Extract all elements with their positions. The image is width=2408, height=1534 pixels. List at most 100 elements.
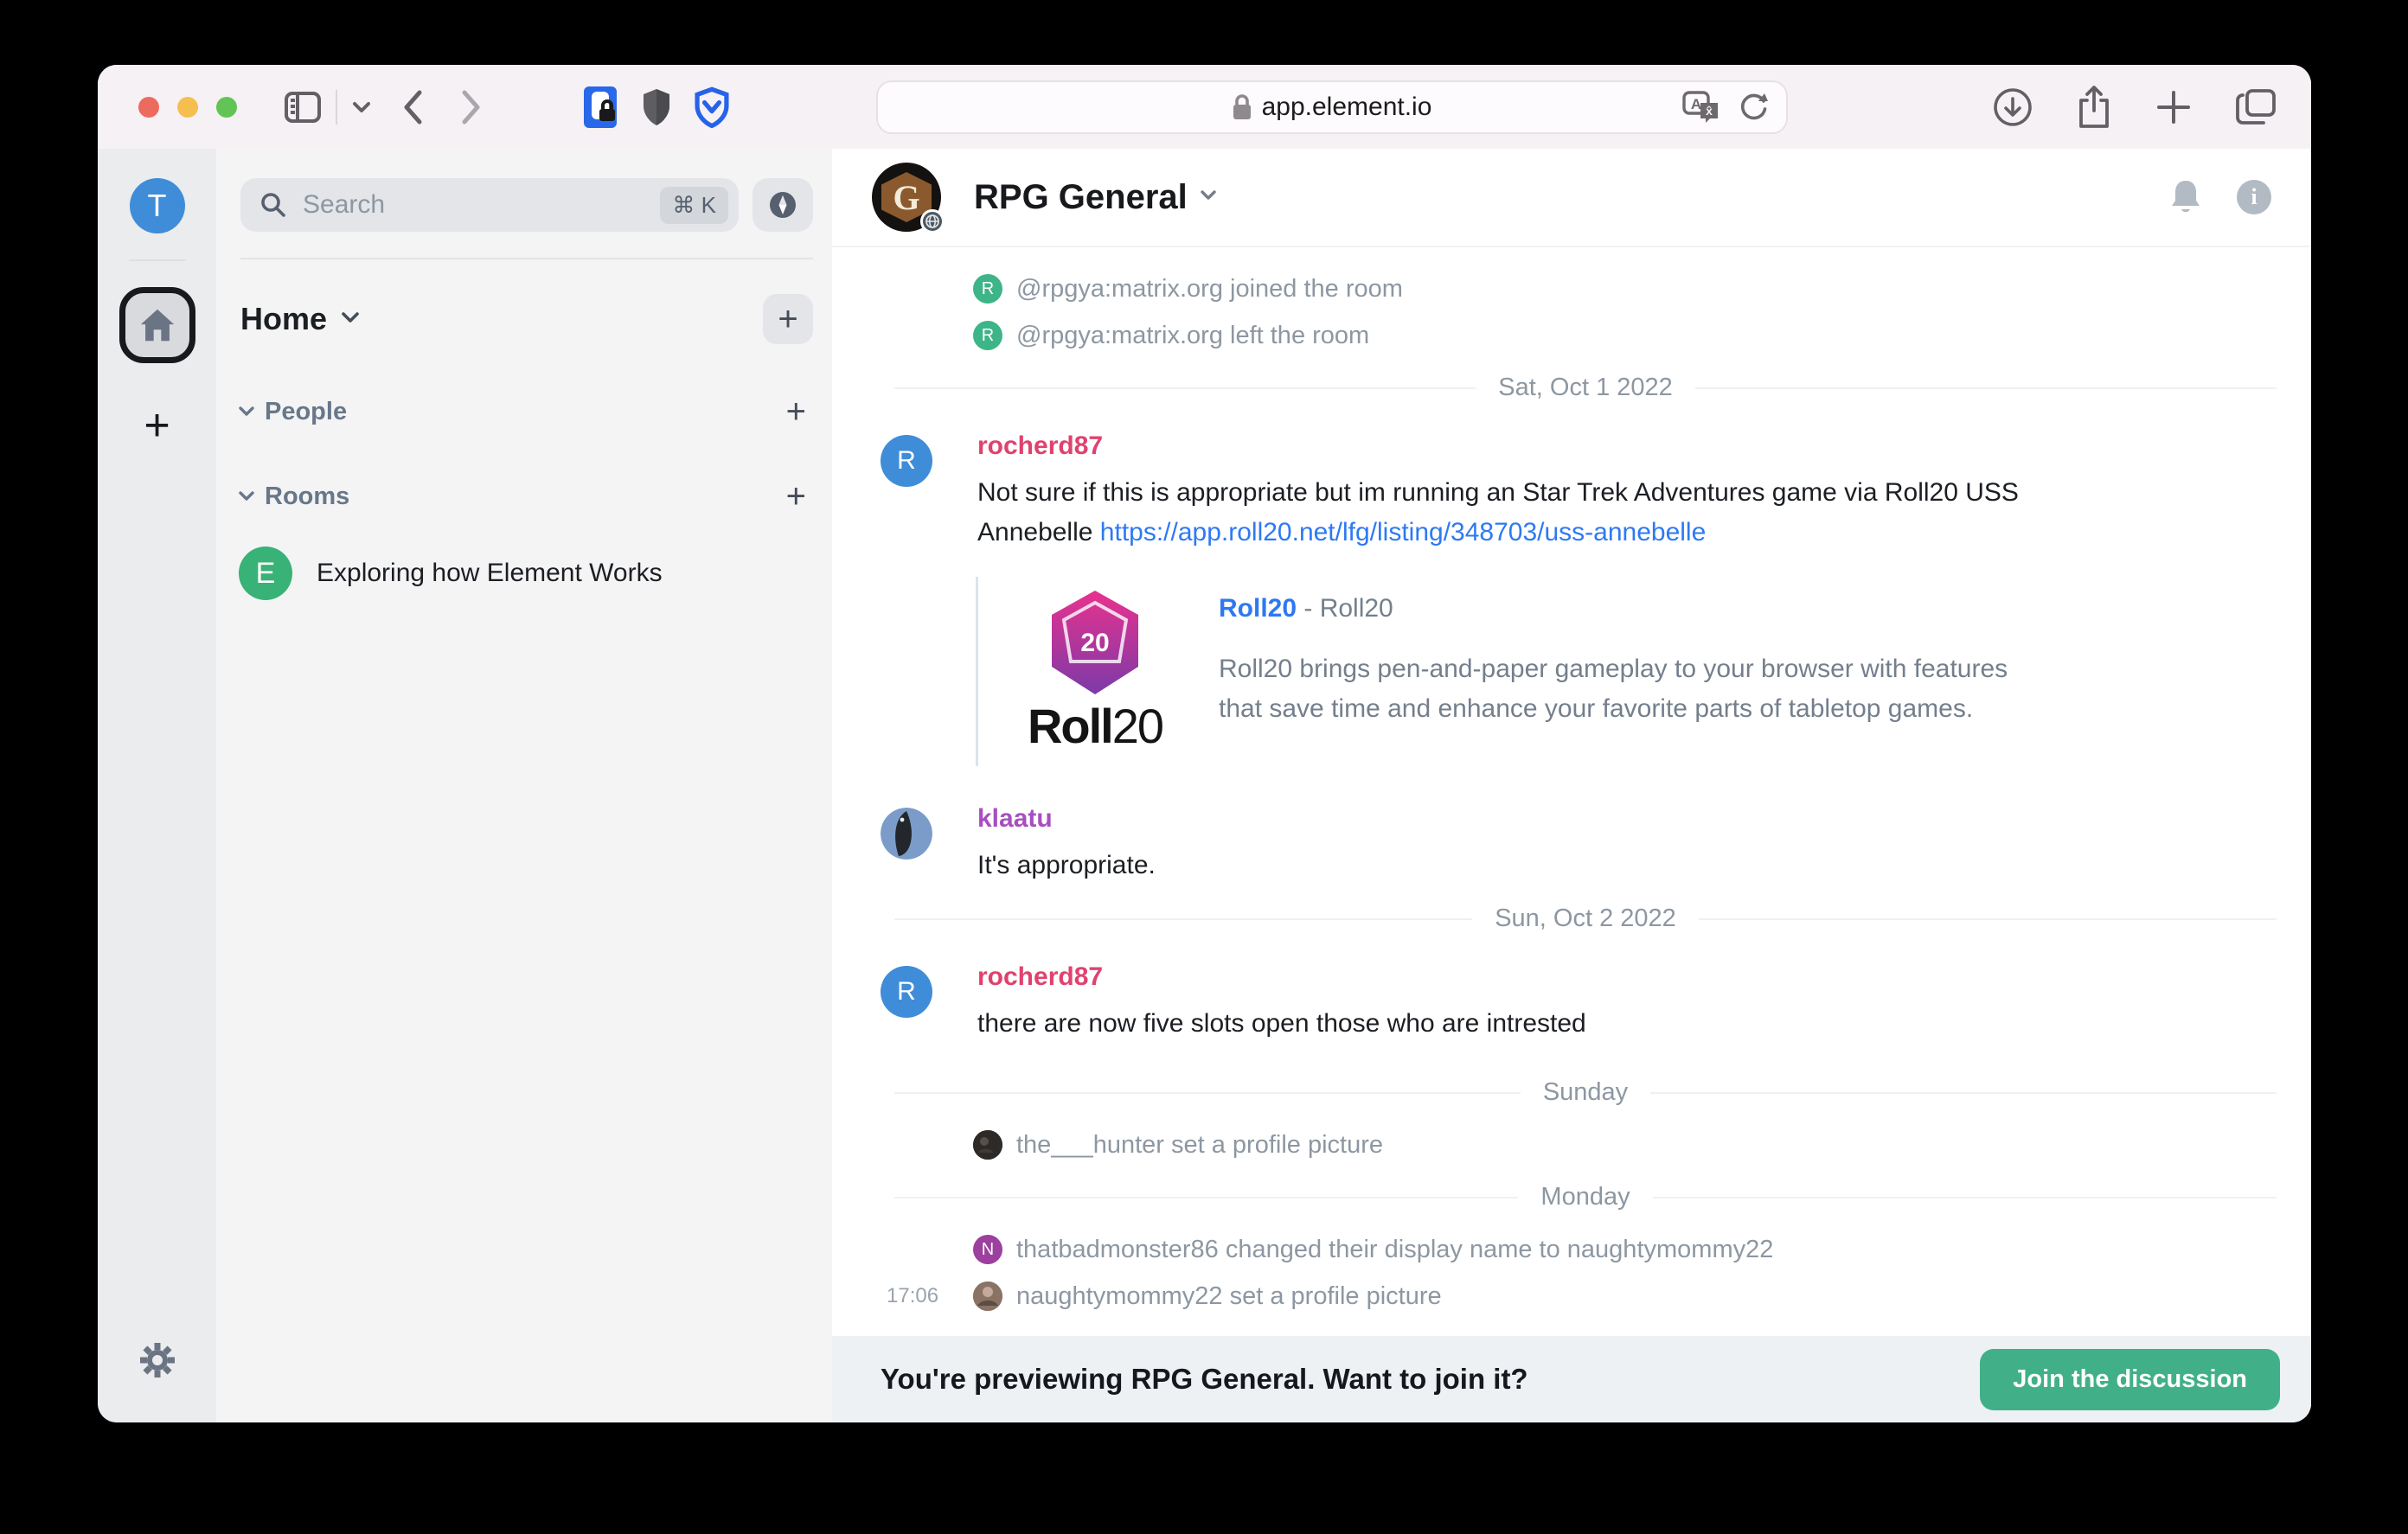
preview-prompt: You're previewing RPG General. Want to j… [881, 1363, 1528, 1396]
add-room-button[interactable]: + [786, 479, 806, 514]
message-link[interactable]: https://app.roll20.net/lfg/listing/34870… [1100, 518, 1706, 546]
space-panel-divider [129, 259, 186, 261]
shield-icon [641, 87, 672, 127]
downloads-button[interactable] [1993, 87, 2033, 127]
profile-event: the___hunter set a profile picture [973, 1126, 2311, 1164]
sender-name[interactable]: rocherd87 [977, 962, 1103, 992]
shield-chevron-icon [695, 86, 729, 128]
close-window-button[interactable] [138, 97, 159, 118]
room-info-button[interactable]: i [2237, 180, 2271, 214]
people-section-header[interactable]: People + [216, 344, 832, 429]
message-timeline[interactable]: R @rpgya:matrix.org joined the room R @r… [832, 247, 2311, 1336]
notifications-button[interactable] [2168, 177, 2204, 217]
space-dropdown-chevron-icon[interactable] [339, 310, 362, 329]
chevron-right-icon [460, 89, 483, 125]
chat-panel: G RPG General i [832, 149, 2311, 1422]
room-list-item-name: Exploring how Element Works [317, 559, 663, 588]
tabs-icon [2235, 88, 2277, 126]
sender-avatar[interactable] [881, 808, 932, 860]
member-avatar[interactable] [973, 1282, 1002, 1311]
create-space-button[interactable]: + [144, 403, 170, 448]
explore-rooms-button[interactable] [752, 178, 813, 232]
member-avatar[interactable]: R [973, 321, 1002, 350]
penguin-avatar-image [881, 808, 932, 860]
sender-avatar[interactable]: R [881, 435, 932, 487]
plus-icon [2155, 89, 2192, 125]
message: R rocherd87 Not sure if this is appropri… [832, 431, 2311, 553]
membership-event: R @rpgya:matrix.org joined the room [973, 270, 2311, 308]
address-bar[interactable]: app.element.io Ax̂ [876, 80, 1788, 134]
share-button[interactable] [2076, 85, 2112, 130]
member-avatar-image [973, 1130, 1002, 1160]
room-header: G RPG General i [832, 149, 2311, 247]
room-list-item[interactable]: E Exploring how Element Works [216, 546, 832, 600]
roll20-logo: 20 Roll20 [1013, 589, 1177, 754]
search-placeholder: Search [303, 190, 385, 220]
chevron-down-icon [351, 100, 372, 114]
preview-description: Roll20 brings pen-and-paper gameplay to … [1219, 649, 2049, 729]
date-divider: Sun, Oct 2 2022 [894, 904, 2277, 933]
join-discussion-button[interactable]: Join the discussion [1980, 1349, 2280, 1410]
home-space-button[interactable] [119, 287, 195, 363]
sidebar-toggle-button[interactable] [284, 91, 322, 124]
password-manager-extension-button[interactable] [582, 85, 618, 130]
sidebar-icon [284, 91, 322, 124]
room-avatar-initial: G [893, 177, 919, 218]
search-icon [259, 191, 287, 219]
member-avatar-image [973, 1282, 1002, 1311]
share-icon [2076, 85, 2112, 130]
member-avatar[interactable]: N [973, 1235, 1002, 1264]
member-avatar[interactable]: R [973, 274, 1002, 304]
minimize-window-button[interactable] [177, 97, 198, 118]
download-icon [1993, 87, 2033, 127]
password-manager-icon [582, 85, 618, 130]
sidebar-dropdown-button[interactable] [351, 100, 372, 114]
add-people-button[interactable]: + [786, 394, 806, 429]
blocker-extension-button[interactable] [695, 86, 729, 128]
room-title-chevron-icon[interactable] [1198, 189, 1219, 207]
forward-button[interactable] [460, 89, 483, 125]
search-input[interactable]: Search ⌘ K [240, 178, 739, 232]
date-divider: Sat, Oct 1 2022 [894, 374, 2277, 402]
room-title[interactable]: RPG General [974, 178, 1188, 217]
tab-overview-button[interactable] [2235, 88, 2277, 126]
back-button[interactable] [401, 89, 424, 125]
svg-text:20: 20 [1080, 629, 1109, 657]
browser-window: app.element.io Ax̂ [98, 65, 2311, 1422]
preview-title-suffix: - Roll20 [1297, 594, 1393, 623]
new-tab-button[interactable] [2155, 89, 2192, 125]
message: R rocherd87 there are now five slots ope… [832, 962, 2311, 1044]
preview-title-link[interactable]: Roll20 [1219, 594, 1297, 623]
timestamp: 17:06 [887, 1284, 938, 1308]
room-header-avatar[interactable]: G [872, 163, 941, 232]
address-bar-content: app.element.io [878, 93, 1786, 122]
chevron-left-icon [401, 89, 424, 125]
date-divider: Sunday [894, 1078, 2277, 1107]
toolbar-separator [336, 90, 337, 125]
svg-text:x̂: x̂ [1706, 104, 1713, 118]
gear-icon [138, 1340, 177, 1380]
member-avatar[interactable] [973, 1130, 1002, 1160]
space-name[interactable]: Home [240, 301, 327, 337]
home-icon [139, 308, 176, 342]
bell-icon [2168, 177, 2204, 217]
zoom-window-button[interactable] [216, 97, 237, 118]
sender-avatar[interactable]: R [881, 966, 932, 1018]
translate-icon: Ax̂ [1682, 91, 1720, 124]
reload-icon [1738, 91, 1769, 124]
settings-button[interactable] [138, 1340, 177, 1384]
translate-button[interactable]: Ax̂ [1682, 91, 1720, 124]
sender-name[interactable]: klaatu [977, 804, 1053, 834]
browser-toolbar: app.element.io Ax̂ [98, 65, 2311, 149]
user-avatar[interactable]: T [130, 178, 185, 233]
room-preview-bar: You're previewing RPG General. Want to j… [832, 1336, 2311, 1422]
reload-button[interactable] [1738, 91, 1769, 124]
shield-extension-button[interactable] [641, 87, 672, 127]
public-room-globe-icon [920, 209, 945, 233]
lock-icon [1233, 94, 1252, 120]
add-button[interactable]: + [763, 294, 813, 344]
sender-name[interactable]: rocherd87 [977, 431, 1103, 461]
people-section-label: People [265, 398, 347, 426]
room-avatar: E [239, 546, 292, 600]
rooms-section-header[interactable]: Rooms + [216, 429, 832, 514]
